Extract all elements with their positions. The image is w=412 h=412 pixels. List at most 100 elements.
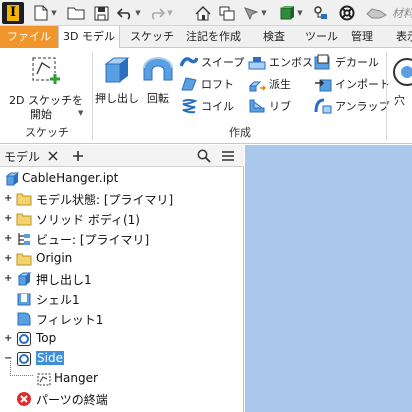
unwrap-label: アンラップ bbox=[335, 100, 390, 113]
tree-item-side[interactable]: − Side bbox=[0, 349, 244, 369]
ribbon-tab-bar: ファイル 3D モデル スケッチ 注記を作成 検査 ツール 管理 表示 bbox=[0, 26, 412, 49]
tree-item-end-of-part[interactable]: パーツの終端 bbox=[0, 389, 244, 409]
logo-letter: I bbox=[7, 5, 19, 21]
tree-item-label: ソリッド ボディ(1) bbox=[36, 213, 140, 227]
new-file-icon[interactable] bbox=[32, 3, 50, 23]
expand-icon[interactable]: + bbox=[4, 274, 12, 284]
hole-button[interactable]: 穴 bbox=[390, 56, 412, 116]
import-button[interactable]: インポート bbox=[314, 74, 390, 94]
unwrap-button[interactable]: アンラップ bbox=[314, 96, 390, 116]
tree-item-origin[interactable]: + Origin bbox=[0, 249, 244, 269]
search-icon[interactable] bbox=[197, 149, 211, 163]
expand-icon[interactable]: + bbox=[4, 194, 12, 204]
sketch-group-label: スケッチ bbox=[25, 126, 69, 139]
derive-label: 派生 bbox=[269, 78, 291, 91]
tab-view[interactable]: 表示 bbox=[396, 26, 412, 48]
tree-item-label: Top bbox=[36, 331, 57, 345]
tree-item-view[interactable]: + ビュー: [プライマリ] bbox=[0, 229, 244, 249]
extrude-label: 押し出し bbox=[95, 92, 139, 105]
select-filter-dropdown-icon[interactable]: ▼ bbox=[260, 3, 268, 23]
menu-icon[interactable] bbox=[221, 150, 235, 162]
tree-item-label: フィレット1 bbox=[36, 313, 104, 327]
decal-button[interactable]: デカール bbox=[314, 52, 379, 72]
open-folder-icon[interactable] bbox=[66, 3, 86, 23]
tab-manage[interactable]: 管理 bbox=[351, 26, 373, 48]
close-icon[interactable] bbox=[48, 151, 58, 161]
tab-annotate[interactable]: 注記を作成 bbox=[186, 26, 241, 48]
model-browser: モデル CableHanger.ipt + モデル状態: [プライマリ] + ソ… bbox=[0, 145, 244, 412]
coil-button[interactable]: コイル bbox=[180, 96, 234, 116]
expand-icon[interactable]: + bbox=[4, 334, 12, 344]
help-lifebuoy-icon[interactable] bbox=[338, 3, 356, 23]
appearance-dropdown-icon[interactable]: ▼ bbox=[296, 3, 304, 23]
undo-dropdown-icon[interactable]: ▼ bbox=[134, 3, 142, 23]
start-2d-sketch-button[interactable]: 2D スケッチを 開始 ▼ bbox=[6, 52, 86, 122]
derive-button[interactable]: 派生 bbox=[248, 74, 291, 94]
sweep-button[interactable]: スイープ bbox=[180, 52, 244, 72]
material-label[interactable]: 材料 bbox=[392, 5, 412, 21]
revolve-button[interactable]: 回転 bbox=[140, 52, 176, 105]
undo-icon[interactable] bbox=[116, 3, 134, 23]
tree-item-extrusion1[interactable]: + 押し出し1 bbox=[0, 269, 244, 289]
start-sketch-dropdown-icon[interactable]: ▼ bbox=[78, 109, 83, 117]
graphics-viewport[interactable] bbox=[245, 145, 412, 412]
tree-root[interactable]: CableHanger.ipt bbox=[0, 169, 244, 189]
import-label: インポート bbox=[335, 78, 390, 91]
emboss-button[interactable]: エンボス bbox=[248, 52, 313, 72]
extrude-feature-icon bbox=[17, 272, 32, 286]
tree-item-label: 押し出し1 bbox=[36, 273, 92, 287]
redo-icon[interactable] bbox=[148, 3, 166, 23]
rib-button[interactable]: リブ bbox=[248, 96, 291, 116]
loft-button[interactable]: ロフト bbox=[180, 74, 234, 94]
expand-icon[interactable]: + bbox=[4, 254, 12, 264]
add-panel-icon[interactable] bbox=[72, 150, 84, 162]
start-sketch-icon bbox=[30, 54, 62, 86]
tree-item-label: シェル1 bbox=[36, 293, 80, 307]
folder-icon bbox=[16, 193, 32, 206]
quick-access-toolbar: I ▼ ▼ ▼ ▼ ▼ 材料 bbox=[0, 0, 412, 26]
save-icon[interactable] bbox=[92, 3, 110, 23]
rib-label: リブ bbox=[269, 100, 291, 113]
tree-item-top[interactable]: + Top bbox=[0, 329, 244, 349]
ribbon-panel: 2D スケッチを 開始 ▼ スケッチ 押し出し 回転 スイープ ロフト コイル bbox=[0, 48, 412, 144]
appearance-icon[interactable] bbox=[278, 3, 296, 23]
sweep-icon bbox=[180, 57, 198, 67]
derive-icon bbox=[248, 81, 266, 92]
fillet-feature-icon bbox=[17, 312, 31, 326]
expand-icon[interactable]: + bbox=[4, 214, 12, 224]
decal-label: デカール bbox=[335, 56, 379, 69]
tab-3d-model[interactable]: 3D モデル bbox=[58, 26, 120, 49]
group-separator bbox=[92, 52, 93, 140]
emboss-label: エンボス bbox=[269, 56, 313, 69]
ilogic-icon[interactable] bbox=[312, 3, 330, 23]
coil-label: コイル bbox=[201, 100, 234, 113]
rib-icon bbox=[249, 99, 265, 113]
home-icon[interactable] bbox=[194, 3, 212, 23]
part-windows-icon[interactable] bbox=[218, 3, 236, 23]
select-filter-icon[interactable] bbox=[242, 3, 260, 23]
unwrap-icon bbox=[314, 98, 332, 114]
folder-icon bbox=[16, 213, 32, 226]
extrude-button[interactable]: 押し出し bbox=[95, 52, 139, 105]
expand-icon[interactable]: + bbox=[4, 234, 12, 244]
view-representation-icon bbox=[18, 233, 30, 245]
redo-dropdown-icon[interactable]: ▼ bbox=[166, 3, 174, 23]
part-file-icon bbox=[5, 172, 20, 186]
tree-item-fillet1[interactable]: フィレット1 bbox=[0, 309, 244, 329]
tab-inspect[interactable]: 検査 bbox=[263, 26, 285, 48]
browser-title[interactable]: モデル bbox=[4, 148, 40, 165]
tree-item-hanger[interactable]: Hanger bbox=[0, 369, 244, 389]
tree-item-label: ビュー: [プライマリ] bbox=[36, 233, 150, 247]
tree-item-model-state[interactable]: + モデル状態: [プライマリ] bbox=[0, 189, 244, 209]
inventor-logo[interactable]: I bbox=[2, 2, 24, 24]
tab-sketch[interactable]: スケッチ bbox=[130, 26, 174, 48]
new-file-dropdown-icon[interactable]: ▼ bbox=[50, 3, 58, 23]
material-icon[interactable] bbox=[364, 3, 390, 23]
tree-root-label: CableHanger.ipt bbox=[22, 171, 119, 185]
tree-item-solid-bodies[interactable]: + ソリッド ボディ(1) bbox=[0, 209, 244, 229]
tab-tools[interactable]: ツール bbox=[305, 26, 338, 48]
sweep-label: スイープ bbox=[201, 56, 245, 69]
tab-file[interactable]: ファイル bbox=[0, 26, 58, 48]
tree-item-label: Origin bbox=[36, 251, 73, 265]
tree-item-shell1[interactable]: シェル1 bbox=[0, 289, 244, 309]
